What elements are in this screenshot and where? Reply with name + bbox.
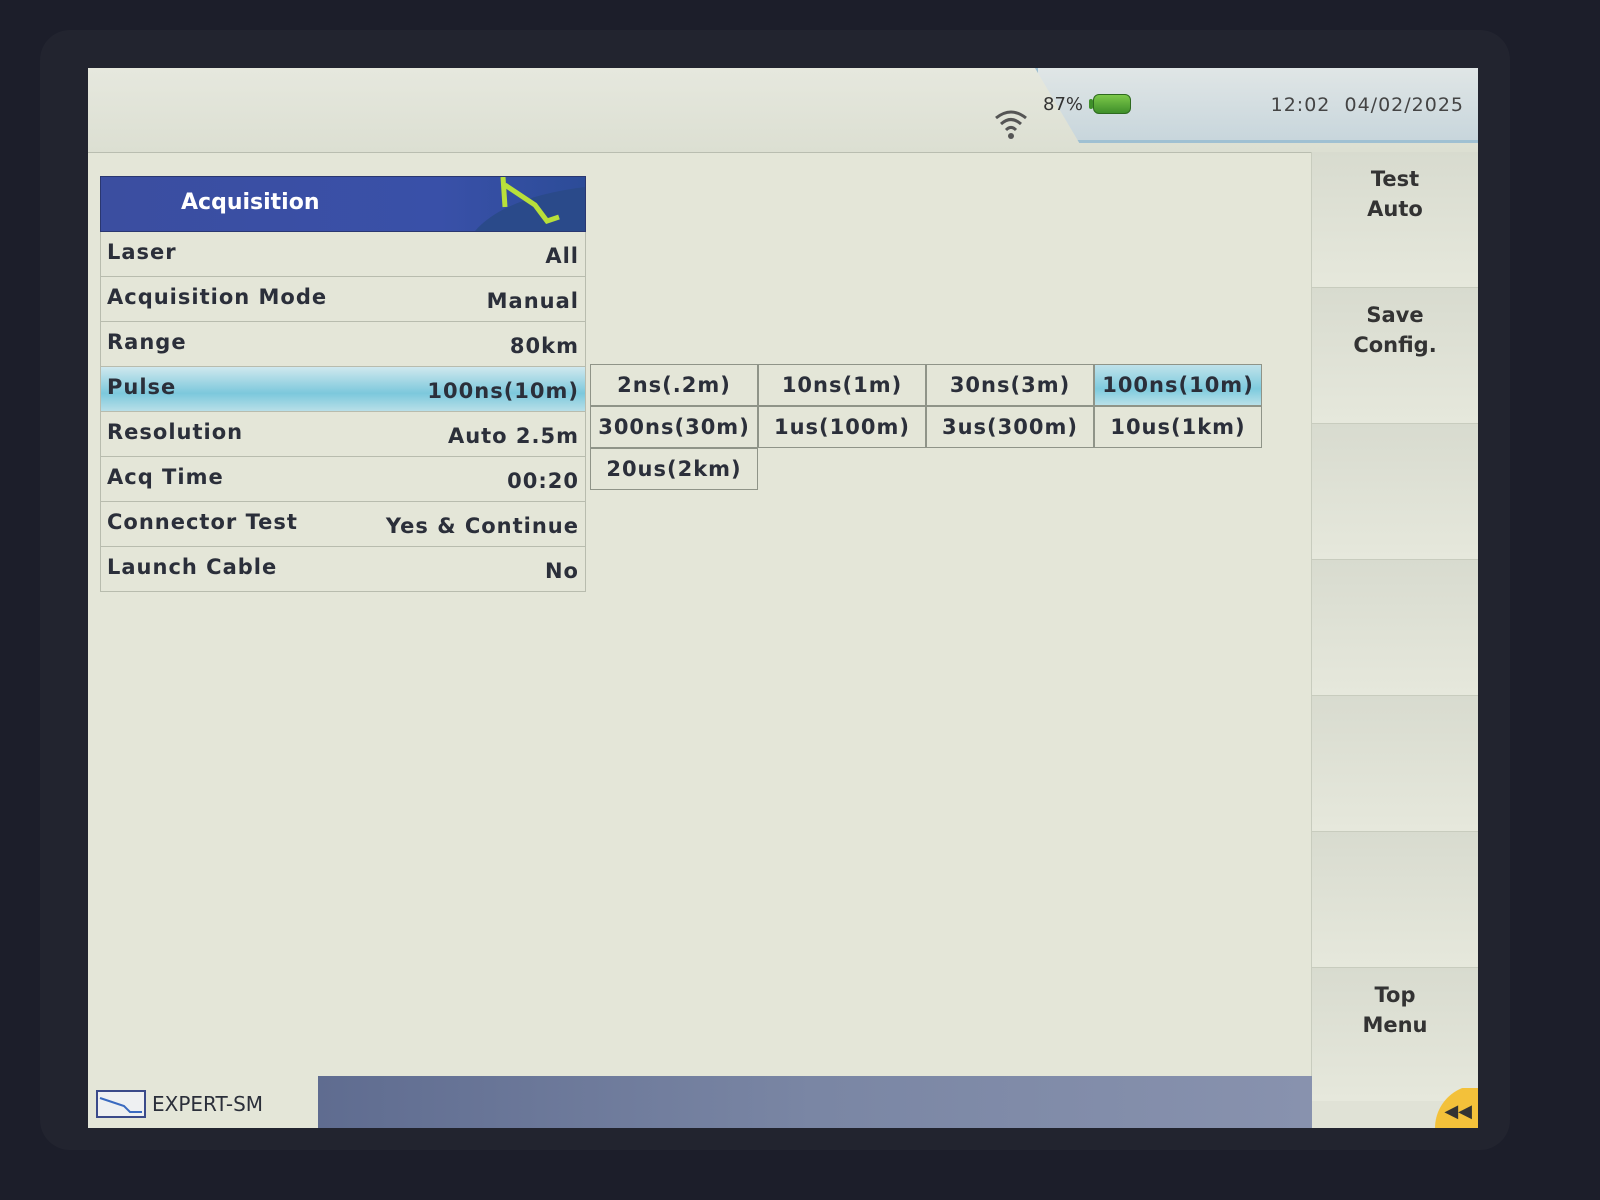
otdr-module-icon (96, 1090, 146, 1118)
row-launch-cable[interactable]: Launch Cable No (100, 547, 586, 592)
row-value: 100ns(10m) (427, 379, 579, 403)
row-label: Acquisition Mode (107, 285, 328, 309)
row-laser[interactable]: Laser All (100, 232, 586, 277)
row-connector-test[interactable]: Connector Test Yes & Continue (100, 502, 586, 547)
save-config-button[interactable]: Save Config. (1312, 288, 1478, 424)
module-indicator[interactable]: EXPERT-SM (88, 1080, 314, 1128)
row-value: Auto 2.5m (447, 424, 579, 448)
softkey-3[interactable] (1312, 424, 1478, 560)
softkey-5[interactable] (1312, 696, 1478, 832)
back-button[interactable]: ◀◀ (1432, 1088, 1478, 1128)
row-value: All (545, 244, 579, 268)
softkey-6[interactable] (1312, 832, 1478, 968)
row-value: 00:20 (507, 469, 579, 493)
clock-date: 04/02/2025 (1344, 94, 1464, 116)
wifi-icon (995, 110, 1027, 139)
pulse-option-1us[interactable]: 1us(100m) (758, 406, 926, 448)
pulse-option-3us[interactable]: 3us(300m) (926, 406, 1094, 448)
module-name: EXPERT-SM (152, 1092, 264, 1116)
pulse-options: 2ns(.2m) 10ns(1m) 30ns(3m) 100ns(10m) 30… (590, 364, 1262, 490)
pulse-option-10us[interactable]: 10us(1km) (1094, 406, 1262, 448)
softkey-4[interactable] (1312, 560, 1478, 696)
pulse-option-300ns[interactable]: 300ns(30m) (590, 406, 758, 448)
row-label: Connector Test (107, 510, 298, 534)
acquisition-panel: Acquisition Laser All Acquisition Mode M… (100, 176, 586, 592)
row-pulse[interactable]: Pulse 100ns(10m) (100, 367, 586, 412)
top-menu-button[interactable]: Top Menu (1312, 968, 1478, 1101)
screen: 87% 12:02 04/02/2025 Acquisition Laser A… (88, 68, 1478, 1128)
bottom-status-area (318, 1076, 1312, 1128)
panel-title: Acquisition (181, 190, 320, 215)
test-auto-button[interactable]: Test Auto (1312, 152, 1478, 288)
softkey-label: Test Auto (1367, 167, 1423, 221)
bottom-bar: EXPERT-SM (88, 1072, 1312, 1128)
row-label: Launch Cable (107, 555, 278, 579)
row-resolution[interactable]: Resolution Auto 2.5m (100, 412, 586, 457)
softkey-label: Save Config. (1353, 303, 1437, 357)
battery-icon (1089, 94, 1131, 114)
clock: 12:02 04/02/2025 (1271, 94, 1464, 116)
clock-time: 12:02 (1270, 94, 1331, 116)
pulse-option-100ns[interactable]: 100ns(10m) (1094, 364, 1262, 406)
pulse-option-10ns[interactable]: 10ns(1m) (758, 364, 926, 406)
row-acq-time[interactable]: Acq Time 00:20 (100, 457, 586, 502)
panel-header: Acquisition (100, 176, 586, 232)
battery-percentage: 87% (1043, 94, 1084, 115)
rewind-icon: ◀◀ (1444, 1101, 1472, 1122)
softkey-column: Test Auto Save Config. Top Menu ◀◀ (1311, 152, 1478, 1128)
pulse-option-2ns[interactable]: 2ns(.2m) (590, 364, 758, 406)
row-value: Yes & Continue (385, 514, 579, 538)
row-label: Laser (107, 240, 177, 264)
row-value: No (544, 559, 579, 583)
otdr-trace-icon (475, 177, 585, 231)
row-label: Resolution (107, 420, 244, 444)
row-range[interactable]: Range 80km (100, 322, 586, 367)
pulse-option-20us[interactable]: 20us(2km) (590, 448, 758, 490)
row-label: Acq Time (107, 465, 224, 489)
row-label: Range (107, 330, 187, 354)
row-value: Manual (486, 289, 579, 313)
row-value: 80km (509, 334, 579, 358)
row-label: Pulse (107, 375, 177, 399)
row-acquisition-mode[interactable]: Acquisition Mode Manual (100, 277, 586, 322)
status-bar: 87% 12:02 04/02/2025 (88, 68, 1478, 153)
pulse-option-30ns[interactable]: 30ns(3m) (926, 364, 1094, 406)
softkey-label: Top Menu (1362, 983, 1428, 1037)
